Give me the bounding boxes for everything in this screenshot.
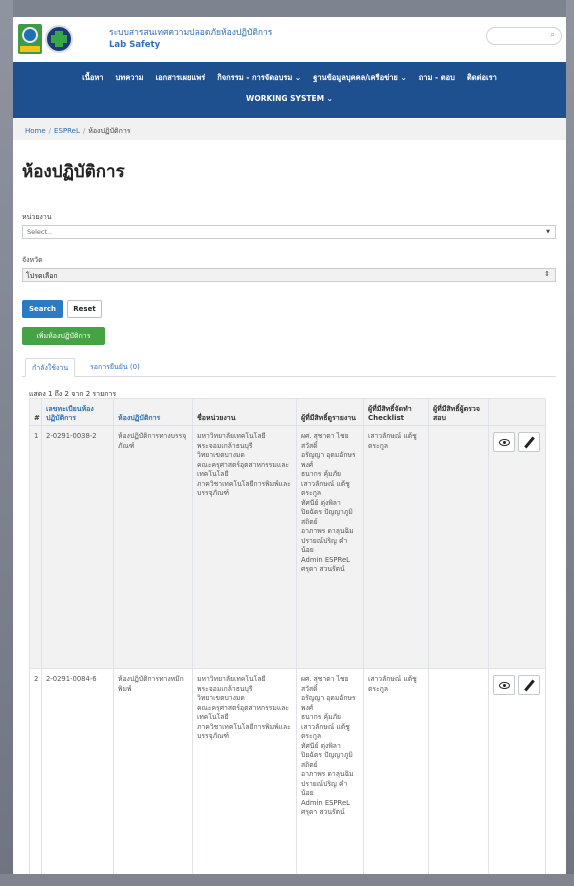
header-auditor: ผู้ที่มีสิทธิ์ผู้ตรวจสอบ bbox=[428, 398, 489, 426]
add-lab-button[interactable]: เพิ่มห้องปฏิบัติการ bbox=[22, 327, 105, 345]
page-title: ห้องปฏิบัติการ bbox=[22, 162, 125, 182]
province-label: จังหวัด bbox=[22, 256, 43, 264]
row-lab: ห้องปฏิบัติการทางหมึกพิมพ์ bbox=[113, 668, 193, 874]
edit-button[interactable] bbox=[518, 432, 540, 452]
table-header: # เลขทะเบียนห้องปฏิบัติการ ห้องปฏิบัติกา… bbox=[29, 398, 546, 426]
header-reg[interactable]: เลขทะเบียนห้องปฏิบัติการ bbox=[41, 398, 114, 426]
row-checklist: เสาวลักษณ์ แต้ชูตระกูล bbox=[363, 425, 429, 669]
nav-item-activities[interactable]: กิจกรรม - การจัดอบรม ⌄ bbox=[217, 72, 301, 84]
nav-item-working-system[interactable]: WORKING SYSTEM ⌄ bbox=[246, 94, 333, 103]
row-viewers: ผศ. สุชาดา ไชยสวัสดิ์ อรัญญา อุดมอักษรพง… bbox=[296, 668, 364, 874]
unit-label: หน่วยงาน bbox=[22, 213, 52, 221]
edit-button[interactable] bbox=[518, 675, 540, 695]
search-button[interactable]: Search bbox=[22, 300, 63, 318]
row-lab: ห้องปฏิบัติการทางบรรจุภัณฑ์ bbox=[113, 425, 193, 669]
header-viewers: ผู้ที่มีสิทธิ์ดูรายงาน bbox=[296, 398, 364, 426]
labs-table: # เลขทะเบียนห้องปฏิบัติการ ห้องปฏิบัติกา… bbox=[29, 398, 546, 874]
tab-pending[interactable]: รอการยืนยัน (0) bbox=[84, 358, 146, 377]
row-actions bbox=[488, 425, 546, 669]
page-container: ระบบสารสนเทศความปลอดภัยห้องปฏิบัติการ La… bbox=[13, 17, 566, 874]
main-nav: เนื้อหา บทความ เอกสารเผยแพร่ กิจกรรม - ก… bbox=[13, 62, 566, 118]
chevron-down-icon: ▼ bbox=[546, 229, 550, 235]
row-auditor bbox=[428, 668, 489, 874]
tab-active[interactable]: กำลังใช้งาน bbox=[25, 358, 76, 377]
nav-item-content[interactable]: เนื้อหา bbox=[82, 72, 103, 84]
row-checklist: เสาวลักษณ์ แต้ชูตระกูล bbox=[363, 668, 429, 874]
nav-item-publications[interactable]: เอกสารเผยแพร่ bbox=[156, 72, 206, 84]
row-unit: มหาวิทยาลัยเทคโนโลยีพระจอมเกล้าธนบุรี วิ… bbox=[192, 425, 297, 669]
tab-bar: กำลังใช้งาน รอการยืนยัน (0) bbox=[22, 358, 556, 377]
header-unit: ชื่อหน่วยงาน bbox=[192, 398, 297, 426]
nav-item-faq[interactable]: ถาม - ตอบ bbox=[419, 72, 455, 84]
nav-item-contact[interactable]: ติดต่อเรา bbox=[467, 72, 497, 84]
row-unit: มหาวิทยาลัยเทคโนโลยีพระจอมเกล้าธนบุรี วิ… bbox=[192, 668, 297, 874]
breadcrumb: Home / ESPReL / ห้องปฏิบัติการ bbox=[13, 119, 566, 140]
updown-icon: ⇕ bbox=[544, 270, 550, 278]
unit-select[interactable]: Select.. ▼ bbox=[22, 225, 556, 239]
lab-safety-logo bbox=[45, 25, 73, 53]
table-row: 1 2-0291-0038-2 ห้องปฏิบัติการทางบรรจุภั… bbox=[29, 425, 546, 669]
header-lab[interactable]: ห้องปฏิบัติการ bbox=[113, 398, 193, 426]
row-viewers: ผศ. สุชาดา ไชยสวัสดิ์ อรัญญา อุดมอักษรพง… bbox=[296, 425, 364, 669]
unit-select-value: Select.. bbox=[27, 228, 52, 236]
row-actions bbox=[488, 668, 546, 874]
breadcrumb-home[interactable]: Home bbox=[25, 127, 46, 135]
header-checklist: ผู้ที่มีสิทธิ์จัดทำ Checklist bbox=[363, 398, 429, 426]
eye-icon bbox=[499, 682, 510, 689]
row-num: 1 bbox=[29, 425, 42, 669]
eye-icon bbox=[499, 439, 510, 446]
row-num: 2 bbox=[29, 668, 42, 874]
province-select-value: โปรดเลือก bbox=[26, 272, 58, 280]
header-num: # bbox=[29, 398, 42, 426]
province-select[interactable]: โปรดเลือก ⇕ bbox=[22, 268, 556, 282]
pencil-icon bbox=[524, 679, 535, 692]
view-button[interactable] bbox=[493, 675, 515, 695]
row-reg: 2-0291-0038-2 bbox=[41, 425, 114, 669]
breadcrumb-esprel[interactable]: ESPReL bbox=[54, 127, 80, 135]
header-actions bbox=[488, 398, 546, 426]
view-button[interactable] bbox=[493, 432, 515, 452]
site-title[interactable]: ระบบสารสนเทศความปลอดภัยห้องปฏิบัติการ bbox=[109, 28, 272, 39]
nav-item-database[interactable]: ฐานข้อมูลบุคคล/เครือข่าย ⌄ bbox=[313, 72, 407, 84]
row-reg: 2-0291-0084-6 bbox=[41, 668, 114, 874]
reset-button[interactable]: Reset bbox=[67, 300, 102, 318]
table-row: 2 2-0291-0084-6 ห้องปฏิบัติการทางหมึกพิม… bbox=[29, 668, 546, 874]
site-subtitle[interactable]: Lab Safety bbox=[109, 40, 160, 50]
search-input[interactable]: ⌕ bbox=[486, 27, 562, 45]
header-bar: ระบบสารสนเทศความปลอดภัยห้องปฏิบัติการ La… bbox=[13, 17, 566, 62]
row-auditor bbox=[428, 425, 489, 669]
pencil-icon bbox=[524, 436, 535, 449]
search-icon[interactable]: ⌕ bbox=[550, 30, 555, 40]
breadcrumb-current: ห้องปฏิบัติการ bbox=[88, 127, 131, 135]
university-logo bbox=[18, 24, 42, 54]
nav-item-articles[interactable]: บทความ bbox=[116, 72, 144, 84]
